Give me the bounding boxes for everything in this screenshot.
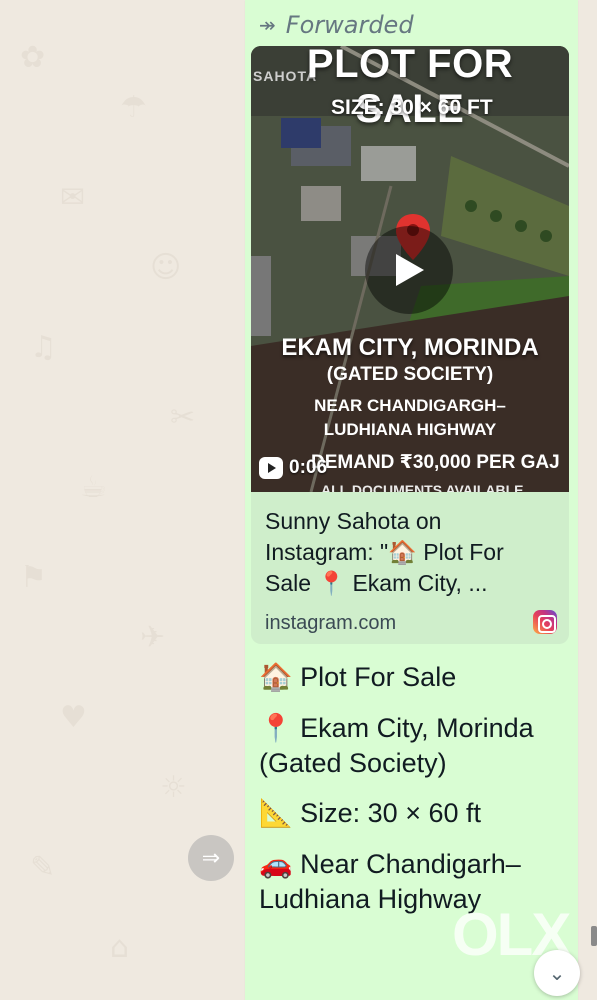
forwarded-indicator: ↠ Forwarded [259,8,414,42]
video-duration: 0:06 [259,457,327,479]
instagram-icon [533,610,557,634]
overlay-near-line-2: LUDHIANA HIGHWAY [323,420,497,439]
pin-icon: 📍 [259,713,293,744]
overlay-gated: (GATED SOCIETY) [326,364,494,385]
overlay-size: SIZE: 30 × 60 FT [331,96,493,119]
double-chevron-down-icon: ⌄ [548,962,566,985]
house-icon: 🏠 [259,662,293,693]
scroll-to-bottom-button[interactable]: ⌄ [534,950,580,996]
message-bubble[interactable]: ↠ Forwarded SAHOTA PLOT FOR SALE SIZE: 3… [245,0,578,1000]
forward-button[interactable]: ⇒ [188,835,234,881]
video-thumbnail[interactable]: SAHOTA PLOT FOR SALE SIZE: 30 × 60 FT EK… [251,46,569,492]
reel-icon [259,457,283,479]
triangle-ruler-icon: 📐 [259,798,293,829]
message-line-text: Ekam City, Morinda (Gated Society) [259,713,534,778]
overlay-demand: DEMAND ₹30,000 PER GAJ [311,452,560,473]
duration-label: 0:06 [289,457,328,478]
link-preview-title[interactable]: Sunny Sahota on Instagram: "🏠 Plot For S… [265,506,555,599]
forward-icon: ⇒ [201,845,221,870]
message-line: 📐 Size: 30 × 60 ft [259,796,568,831]
message-line: 📍 Ekam City, Morinda (Gated Society) [259,711,568,780]
car-icon: 🚗 [259,849,293,880]
link-preview-domain: instagram.com [265,612,397,634]
scrollbar-thumb[interactable] [591,926,597,946]
play-icon [396,254,424,286]
overlay-near-line-1: NEAR CHANDIGARGH– [314,396,506,415]
play-button[interactable] [365,226,453,314]
overlay-documents: ALL DOCUMENTS AVAILABLE [321,482,524,492]
overlay-location: EKAM CITY, MORINDA [281,334,539,361]
message-line: 🏠 Plot For Sale [259,660,568,695]
message-line-text: Plot For Sale [300,662,457,692]
message-line-text: Size: 30 × 60 ft [300,798,482,828]
link-preview-card[interactable]: Sunny Sahota on Instagram: "🏠 Plot For S… [251,492,569,644]
message-text: 🏠 Plot For Sale 📍 Ekam City, Morinda (Ga… [259,660,568,924]
forwarded-label: Forwarded [285,11,414,39]
forwarded-icon: ↠ [259,13,276,37]
